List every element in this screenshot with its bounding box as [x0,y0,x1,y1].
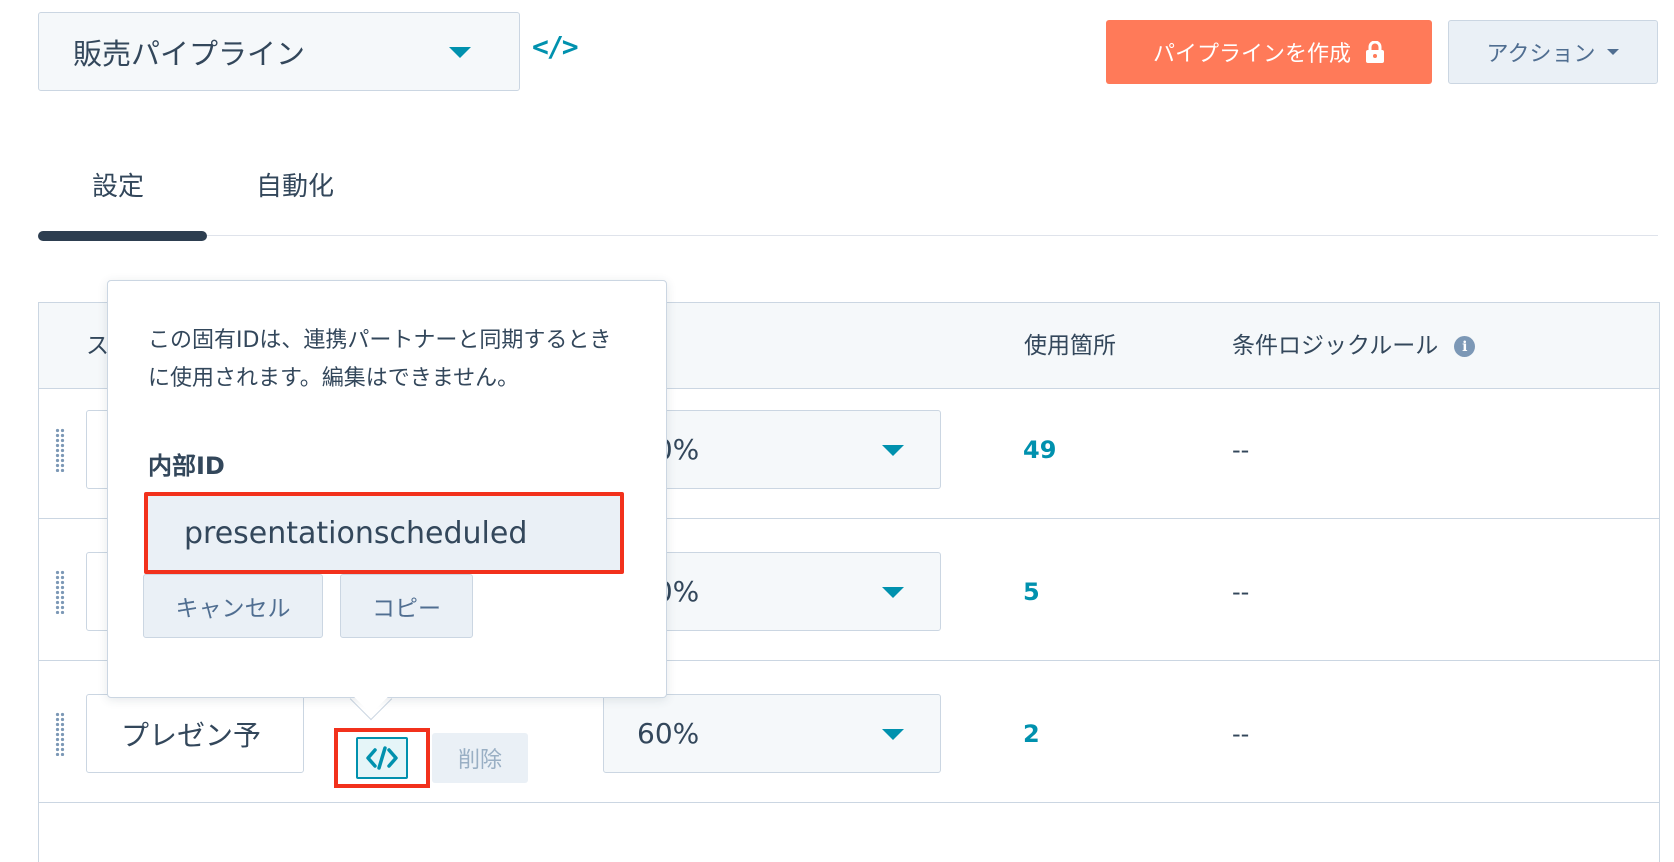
pipeline-select-value: 販売パイプライン [73,36,306,71]
drag-handle-icon[interactable] [55,712,65,756]
header-stage: ス [86,333,109,359]
drag-handle-icon[interactable] [55,428,65,472]
conditional-logic-value: -- [1232,578,1250,606]
usage-count-link[interactable]: 2 [1023,720,1040,748]
drag-handle-icon[interactable] [55,570,65,614]
code-icon [356,737,408,779]
copy-button[interactable]: コピー [340,574,473,638]
caret-down-icon [1607,49,1620,55]
pipeline-select[interactable]: 販売パイプライン [38,12,520,91]
tab-automation[interactable]: 自動化 [256,166,334,203]
usage-count-link[interactable]: 49 [1023,436,1056,464]
code-icon[interactable]: </> [532,30,579,63]
tab-settings[interactable]: 設定 [92,166,144,203]
create-pipeline-label: パイプラインを作成 [1152,42,1351,67]
delete-button[interactable]: 削除 [432,733,528,783]
active-tab-indicator [38,231,207,241]
header-usage: 使用箇所 [1024,333,1116,359]
internal-id-field[interactable]: presentationscheduled [144,492,624,574]
internal-id-label: 内部ID [148,452,225,480]
chevron-down-icon [449,47,471,58]
tab-divider [38,235,1658,236]
stage-name-value: プレゼン予 [121,718,262,752]
probability-select[interactable]: 60% [603,694,941,773]
popover-description: この固有IDは、連携パートナーと同期するときに使用されます。編集はできません。 [148,328,612,391]
stage-name-input[interactable]: プレゼン予 [86,694,304,773]
conditional-logic-value: -- [1232,436,1250,464]
actions-label: アクション [1486,42,1596,67]
chevron-down-icon [882,445,904,456]
chevron-down-icon [882,729,904,740]
conditional-logic-value: -- [1232,720,1250,748]
lock-icon [1366,41,1384,63]
cancel-button[interactable]: キャンセル [143,574,323,638]
chevron-down-icon [882,587,904,598]
info-icon[interactable]: i [1454,336,1476,357]
header-conditional-logic-label: 条件ロジックルール [1232,333,1439,359]
probability-value: 60% [637,717,700,750]
internal-id-button[interactable] [334,728,430,788]
actions-dropdown[interactable]: アクション [1448,20,1658,84]
header-conditional-logic: 条件ロジックルール i [1232,326,1476,360]
create-pipeline-button[interactable]: パイプラインを作成 [1106,20,1432,84]
internal-id-value: presentationscheduled [184,515,528,551]
row-divider [39,802,1659,803]
usage-count-link[interactable]: 5 [1023,578,1040,606]
